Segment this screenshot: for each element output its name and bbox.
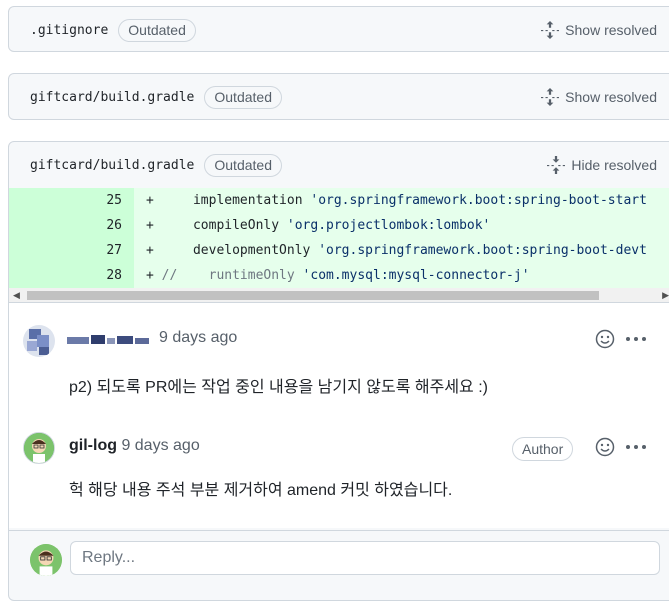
scroll-left-icon[interactable]: ◀ xyxy=(13,290,20,301)
hide-resolved-button[interactable]: Hide resolved xyxy=(547,142,657,188)
code-string: 'org.springframework.boot:spring-boot-de… xyxy=(318,243,647,258)
file-name[interactable]: .gitignore xyxy=(30,23,108,38)
file-card-gitignore: .gitignore Outdated Show resolved xyxy=(8,6,669,52)
diff-sign: + xyxy=(146,268,154,283)
smiley-icon xyxy=(595,437,615,457)
diff-sign: + xyxy=(146,243,154,258)
fold-icon xyxy=(547,156,566,174)
file-name[interactable]: giftcard/build.gradle xyxy=(30,158,194,173)
scroll-right-icon[interactable]: ▶ xyxy=(662,290,669,301)
file-name[interactable]: giftcard/build.gradle xyxy=(30,90,194,105)
toggle-label: Hide resolved xyxy=(571,157,657,173)
reply-input[interactable]: Reply... xyxy=(70,541,660,575)
toggle-label: Show resolved xyxy=(565,89,657,105)
code-text: developmentOnly xyxy=(161,243,319,258)
diff-view: 25 + implementation 'org.springframework… xyxy=(9,188,669,302)
file-card-build-gradle-expanded: giftcard/build.gradle Outdated Hide reso… xyxy=(8,141,669,601)
file-header: giftcard/build.gradle Outdated Hide reso… xyxy=(9,142,669,188)
unfold-icon xyxy=(541,21,560,39)
diff-line: 26 + compileOnly 'org.projectlombok:lomb… xyxy=(9,213,669,238)
file-header: .gitignore Outdated Show resolved xyxy=(9,7,669,53)
toggle-label: Show resolved xyxy=(565,22,657,38)
diff-line: 28 + // runtimeOnly 'com.mysql:mysql-con… xyxy=(9,263,669,288)
line-number[interactable]: 26 xyxy=(9,213,134,238)
code-text: implementation xyxy=(161,193,311,208)
comment-author-obscured[interactable] xyxy=(67,333,151,352)
diff-sign: + xyxy=(146,218,154,233)
outdated-badge: Outdated xyxy=(204,85,282,109)
comment-author[interactable]: gil-log xyxy=(69,437,117,454)
comment-thread: 9 days ago p2) 되도록 PR에는 작업 중인 내용을 남기지 않도… xyxy=(9,302,669,528)
diff-sign: + xyxy=(146,193,154,208)
more-options-button[interactable] xyxy=(625,438,647,461)
comment-timestamp[interactable]: 9 days ago xyxy=(121,437,199,454)
diff-line: 25 + implementation 'org.springframework… xyxy=(9,188,669,213)
comment-body: 헉 해당 내용 주석 부분 제거하여 amend 커밋 하였습니다. xyxy=(69,482,453,499)
avatar[interactable] xyxy=(23,325,55,357)
code-string: 'org.springframework.boot:spring-boot-st… xyxy=(310,193,647,208)
smiley-icon xyxy=(595,329,615,349)
show-resolved-button[interactable]: Show resolved xyxy=(541,7,657,53)
add-reaction-button[interactable] xyxy=(595,329,615,354)
diff-line: 27 + developmentOnly 'org.springframewor… xyxy=(9,238,669,263)
horizontal-scrollbar[interactable]: ◀ ▶ xyxy=(9,288,669,302)
file-card-build-gradle: giftcard/build.gradle Outdated Show reso… xyxy=(8,73,669,120)
show-resolved-button[interactable]: Show resolved xyxy=(541,74,657,120)
comment-timestamp[interactable]: 9 days ago xyxy=(159,329,237,346)
code-text: compileOnly xyxy=(161,218,287,233)
add-reaction-button[interactable] xyxy=(595,437,615,462)
author-badge: Author xyxy=(512,437,574,461)
code-text: // runtimeOnly xyxy=(161,268,303,283)
avatar[interactable] xyxy=(23,432,55,464)
line-number[interactable]: 28 xyxy=(9,263,134,288)
file-header: giftcard/build.gradle Outdated Show reso… xyxy=(9,74,669,120)
code-string: 'org.projectlombok:lombok' xyxy=(286,218,491,233)
outdated-badge: Outdated xyxy=(204,153,282,177)
avatar xyxy=(30,544,62,576)
line-number[interactable]: 27 xyxy=(9,238,134,263)
outdated-badge: Outdated xyxy=(118,18,196,42)
more-options-button[interactable] xyxy=(625,330,647,353)
unfold-icon xyxy=(541,88,560,106)
line-number[interactable]: 25 xyxy=(9,188,134,213)
reply-area: Reply... xyxy=(9,530,669,593)
scrollbar-thumb[interactable] xyxy=(27,291,599,300)
kebab-horizontal-icon xyxy=(626,337,646,341)
comment-body: p2) 되도록 PR에는 작업 중인 내용을 남기지 않도록 해주세요 :) xyxy=(69,379,488,396)
code-string: 'com.mysql:mysql-connector-j' xyxy=(302,268,530,283)
kebab-horizontal-icon xyxy=(626,445,646,449)
